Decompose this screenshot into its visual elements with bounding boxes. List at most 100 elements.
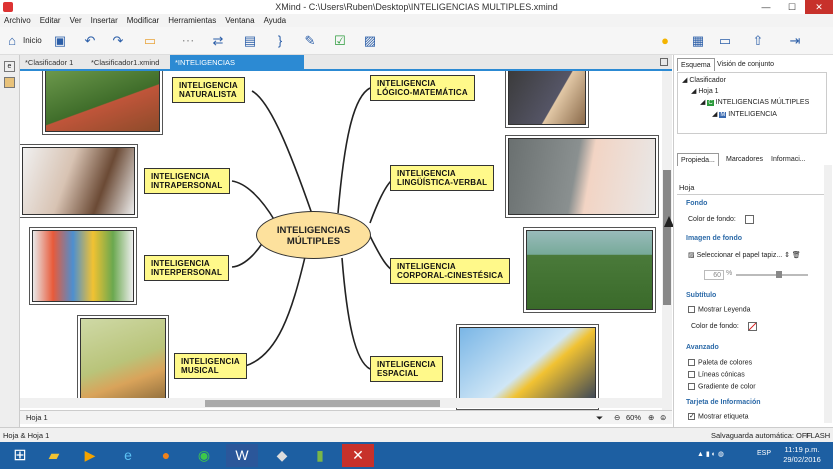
undo-icon[interactable]: ↶ — [80, 31, 100, 51]
explorer-icon[interactable]: ▰ — [38, 444, 70, 467]
tab-marcadores[interactable]: Marcadores — [723, 153, 766, 166]
topic-interpersonal[interactable]: INTELIGENCIA INTERPERSONAL — [144, 255, 230, 281]
outline-item-clasificador[interactable]: ◢ Clasificador — [682, 75, 822, 86]
menu-archivo[interactable]: Archivo — [4, 14, 31, 27]
image-icon[interactable]: ▨ — [360, 31, 380, 51]
chrome-icon[interactable]: ◉ — [188, 444, 220, 467]
tab-clasificador1-xmind[interactable]: *Clasificador1.xmind — [86, 55, 164, 71]
outline-item-inteligencia[interactable]: ◢ M INTELIGENCIA — [682, 109, 822, 121]
outline-item-hoja[interactable]: ◢ Hoja 1 — [682, 86, 822, 97]
topic-intrapersonal[interactable]: INTELIGENCIA INTRAPERSONAL — [144, 168, 230, 194]
start-icon[interactable]: ⊞ — [4, 444, 36, 467]
summary-icon[interactable]: } — [270, 31, 290, 51]
topic-icon[interactable]: ▭ — [140, 31, 160, 51]
photo-musical[interactable] — [80, 318, 166, 404]
ie-icon[interactable]: e — [112, 444, 144, 467]
color-fondo-swatch-2[interactable] — [748, 322, 757, 331]
status-flash: FLASH — [806, 431, 831, 440]
photo-linguistica[interactable] — [508, 138, 656, 215]
checkbox-gradiente[interactable]: Gradiente de color — [688, 383, 756, 390]
xmind-task-icon[interactable]: ✕ — [342, 444, 374, 467]
topic-linguistica[interactable]: INTELIGENCIA LINGÜÍSTICA-VERBAL — [390, 165, 495, 191]
menu-insertar[interactable]: Insertar — [91, 14, 118, 27]
tab-vision-conjunto[interactable]: Visión de conjunto — [714, 58, 777, 71]
relationship-icon[interactable]: ⇄ — [208, 31, 228, 51]
photo-corporal[interactable] — [526, 230, 653, 310]
app2-icon[interactable]: ▮ — [304, 444, 336, 467]
topic-espacial[interactable]: INTELIGENCIA ESPACIAL — [370, 356, 443, 382]
photo-naturalista[interactable] — [45, 71, 160, 132]
share-icon[interactable]: ⇧ — [748, 31, 768, 51]
home-icon[interactable]: ⌂ — [2, 31, 22, 51]
tab-esquema[interactable]: Esquema — [677, 58, 715, 71]
tray-icons[interactable]: ▲ ▮ ◐ ◍ — [697, 450, 724, 458]
home-label[interactable]: Inicio — [23, 36, 42, 45]
idea-icon[interactable]: ● — [655, 31, 675, 51]
save-icon[interactable]: ▣ — [50, 31, 70, 51]
slides-icon[interactable]: ▭ — [715, 31, 735, 51]
menu-ayuda[interactable]: Ayuda — [264, 14, 287, 27]
tab-propiedades[interactable]: Propieda... — [677, 153, 719, 166]
topic-naturalista[interactable]: INTELIGENCIA NATURALISTA — [172, 77, 245, 103]
filter-icon[interactable]: ⏷ — [596, 411, 603, 425]
menu-modificar[interactable]: Modificar — [127, 14, 159, 27]
select-wallpaper[interactable]: ▨ Seleccionar el papel tapiz... ⇕ 🗑 — [688, 251, 801, 259]
menu-herramientas[interactable]: Herramientas — [168, 14, 216, 27]
checkbox-mostrar-etiqueta[interactable]: ✓ Mostrar etiqueta — [688, 413, 749, 420]
maximize-button[interactable]: ☐ — [778, 0, 806, 14]
color-fondo-swatch[interactable] — [745, 215, 754, 224]
clock-time: 11:19 p.m. — [784, 445, 820, 454]
notes-icon[interactable] — [4, 77, 15, 88]
tab-informacion[interactable]: Informaci... — [768, 153, 809, 166]
photo-espacial[interactable] — [459, 327, 596, 407]
checkbox-paleta[interactable]: Paleta de colores — [688, 359, 752, 366]
photo-interpersonal[interactable] — [32, 230, 134, 302]
menu-editar[interactable]: Editar — [40, 14, 61, 27]
sheet-tab[interactable]: Hoja 1 — [26, 411, 48, 425]
topic-corporal[interactable]: INTELIGENCIA CORPORAL-CINESTÉSICA — [390, 258, 511, 284]
subtopic-icon[interactable]: ⋯ — [178, 31, 198, 51]
topic-musical[interactable]: INTELIGENCIA MUSICAL — [174, 353, 247, 379]
status-autosave[interactable]: Salvaguarda automática: OFF — [711, 428, 811, 443]
app-icon[interactable]: ◆ — [266, 444, 298, 467]
firefox-icon[interactable]: ● — [150, 444, 182, 467]
menu-ventana[interactable]: Ventana — [225, 14, 254, 27]
clock[interactable]: 11:19 p.m. 29/02/2016 — [780, 445, 824, 465]
task-icon[interactable]: ☑ — [330, 31, 350, 51]
restore-editor-icon[interactable] — [660, 58, 668, 66]
brush-icon[interactable]: e — [4, 61, 15, 72]
vertical-scroll-thumb[interactable] — [663, 170, 671, 305]
presentation-icon[interactable]: ▦ — [688, 31, 708, 51]
clock-date: 29/02/2016 — [783, 455, 821, 464]
photo-intrapersonal[interactable] — [22, 147, 135, 215]
word-icon[interactable]: W — [226, 444, 258, 467]
window-title: XMind - C:\Users\Ruben\Desktop\INTELIGEN… — [0, 0, 833, 14]
checkbox-mostrar-leyenda[interactable]: Mostrar Leyenda — [688, 306, 751, 313]
redo-icon[interactable]: ↷ — [108, 31, 128, 51]
line-naturalista — [251, 90, 313, 215]
central-topic[interactable]: INTELIGENCIAS MÚLTIPLES — [256, 211, 371, 259]
opacity-slider[interactable] — [736, 274, 808, 276]
marker-icon[interactable]: ✎ — [300, 31, 320, 51]
opacity-slider-handle[interactable] — [776, 271, 782, 278]
checkbox-lineas[interactable]: Líneas cónicas — [688, 371, 745, 378]
boundary-icon[interactable]: ▤ — [240, 31, 260, 51]
language[interactable]: ESP — [757, 450, 771, 457]
topic-logico[interactable]: INTELIGENCIA LÓGICO-MATEMÁTICA — [370, 75, 475, 101]
menu-ver[interactable]: Ver — [70, 14, 82, 27]
close-button[interactable]: ✕ — [805, 0, 833, 14]
zoom-out-icon[interactable]: ⊖ — [614, 411, 620, 425]
zoom-fit-icon[interactable]: ⊜ — [660, 411, 666, 425]
panel-scrollbar[interactable] — [824, 165, 832, 423]
export-icon[interactable]: ⇥ — [785, 31, 805, 51]
horizontal-scroll-thumb[interactable] — [205, 400, 440, 407]
photo-logico[interactable] — [508, 71, 586, 125]
media-icon[interactable]: ▶ — [74, 444, 106, 467]
tab-clasificador-1[interactable]: *Clasificador 1 — [20, 55, 78, 71]
zoom-in-icon[interactable]: ⊕ — [648, 411, 654, 425]
line-espacial — [341, 257, 371, 370]
outline-item-central[interactable]: ◢ C INTELIGENCIAS MÚLTIPLES — [682, 97, 822, 109]
tab-inteligencias[interactable]: *INTELIGENCIAS MULTIPLES.xmind ✕ — [170, 55, 304, 83]
minimize-button[interactable]: — — [752, 0, 780, 14]
opacity-input[interactable]: 60 — [704, 270, 724, 280]
